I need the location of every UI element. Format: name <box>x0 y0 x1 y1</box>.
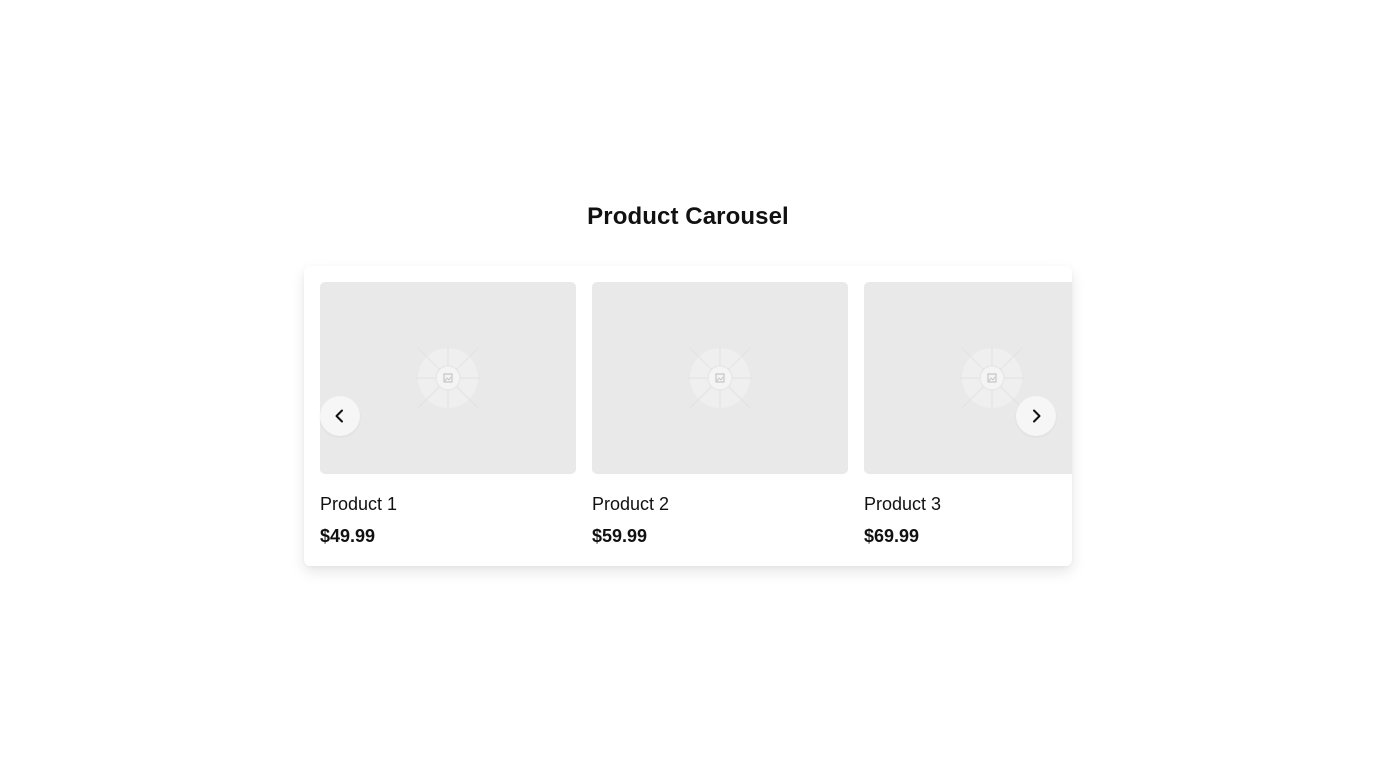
image-placeholder-icon <box>960 346 1024 410</box>
chevron-right-icon <box>1033 409 1041 423</box>
product-image <box>320 282 576 474</box>
image-placeholder-icon <box>688 346 752 410</box>
image-placeholder-icon <box>416 346 480 410</box>
product-name: Product 2 <box>592 494 670 514</box>
product-carousel: Product 1 $49.99 Product 2 $59.99 Produc… <box>304 266 1072 566</box>
product-name: Product 3 <box>864 494 942 514</box>
carousel-track: Product 1 $49.99 Product 2 $59.99 Produc… <box>320 282 1072 547</box>
chevron-left-icon <box>335 409 343 423</box>
product-price: $49.99 <box>320 526 376 546</box>
product-price: $59.99 <box>592 526 648 546</box>
product-image <box>592 282 848 474</box>
product-image <box>864 282 1072 474</box>
product-name: Product 1 <box>320 494 398 514</box>
carousel-prev-button[interactable] <box>320 396 360 436</box>
carousel-next-button[interactable] <box>1016 396 1056 436</box>
product-price: $69.99 <box>864 526 920 546</box>
page-title: Product Carousel <box>587 203 789 230</box>
product-card[interactable]: Product 2 $59.99 <box>592 282 848 547</box>
